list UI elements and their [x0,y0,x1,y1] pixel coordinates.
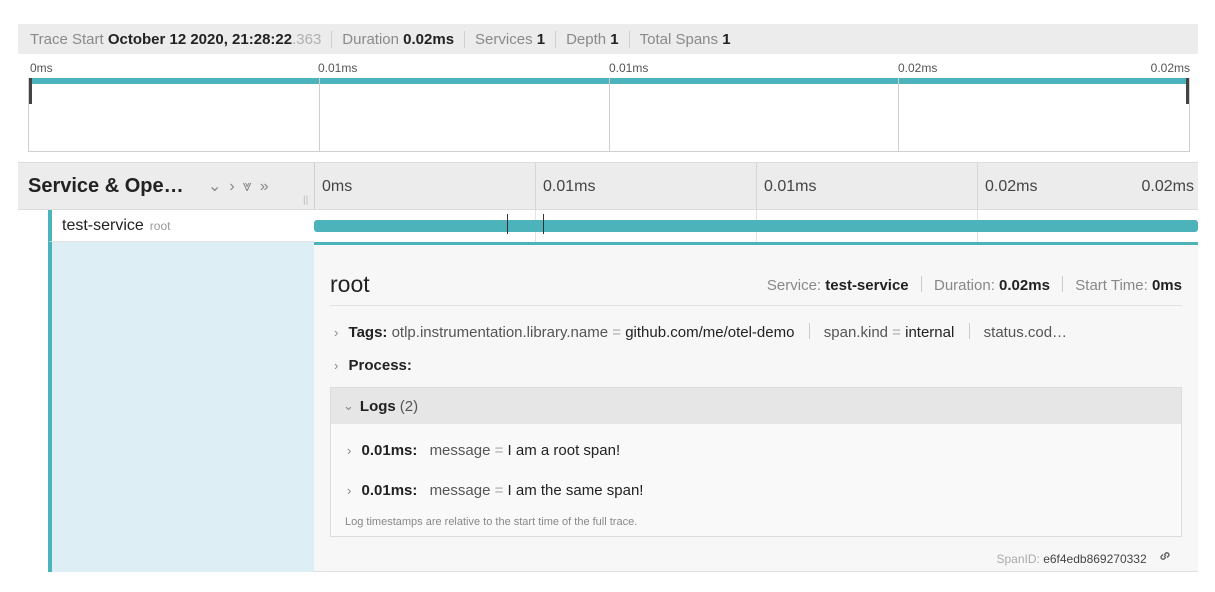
minimap-tick: 0.01ms [609,61,649,75]
process-label: Process: [348,357,412,374]
log-time: 0.01ms: [361,482,418,499]
logs-count: (2) [399,397,419,415]
log-entry[interactable]: › 0.01ms: message = I am a root span! [347,442,620,459]
log-entry[interactable]: › 0.01ms: message = I am the same span! [347,482,643,499]
minimap-gridline [898,78,899,151]
timeline-tick: 0ms [322,178,353,195]
trace-start-ms: .363 [292,30,322,48]
span-detail-panel: root Service: test-service Duration: 0.0… [314,242,1198,572]
chevron-down-icon: ⌄ [343,398,354,413]
chevron-right-icon: › [334,325,339,340]
tag-key: span.kind [823,324,889,341]
tag-divider [808,323,810,339]
minimap-tick: 0ms [30,61,53,75]
span-name-cell[interactable]: test-service root [48,210,314,242]
timeline-gridline [977,163,978,209]
trace-total-spans: Total Spans 1 [639,30,731,48]
log-key: message [429,482,491,499]
trace-depth: Depth 1 [556,30,630,48]
detail-service-value: test-service [825,277,909,294]
timeline-tick: 0.01ms [543,178,596,195]
tag-value: internal [905,324,955,341]
tags-label: Tags: [348,324,388,341]
trace-duration: Duration 0.02ms [332,30,466,48]
process-toggle[interactable]: › Process: [334,357,412,374]
trace-start-value: October 12 2020, 21:28:22 [107,30,293,48]
chevron-right-icon: › [347,483,352,498]
log-value: I am a root span! [507,442,621,459]
minimap-gridline [319,78,320,151]
log-time: 0.01ms: [361,442,418,459]
service-operation-title: Service & Ope… [28,175,184,197]
logs-toggle[interactable]: ⌄ Logs (2) [331,388,1181,424]
meta-divider [1062,276,1064,292]
span-detail-meta: Service: test-service Duration: 0.02ms S… [766,276,1182,294]
timeline-tick: 0.02ms [985,178,1038,195]
minimap-tick: 0.02ms [1150,61,1190,75]
tag-key: otlp.instrumentation.library.name [391,324,609,341]
minimap-right-handle[interactable] [1186,78,1189,104]
chevron-right-icon[interactable]: › [229,178,242,195]
tag-value: github.com/me/otel-demo [625,324,795,341]
detail-duration-value: 0.02ms [999,277,1050,294]
log-key: message [429,442,491,459]
chevron-right-icon: › [334,358,339,373]
detail-gutter [48,242,314,572]
minimap-left-handle[interactable] [29,78,32,104]
trace-start: Trace Start October 12 2020, 21:28:22.36… [30,30,333,48]
detail-start-value: 0ms [1151,277,1182,294]
timeline-gridline [756,163,757,209]
log-value: I am the same span! [507,482,644,499]
trace-minimap[interactable] [28,78,1190,152]
span-bar[interactable] [314,220,1198,232]
span-id: SpanID: e6f4edb869270332 [997,549,1173,566]
timeline-tick: 0.02ms [1141,178,1194,195]
log-marker [507,214,508,234]
link-icon[interactable] [1158,549,1172,566]
timeline-tick: 0.01ms [764,178,817,195]
timeline-gridline [535,163,536,209]
meta-divider [920,276,922,292]
span-detail-title: root [330,271,370,297]
logs-note: Log timestamps are relative to the start… [345,516,638,528]
minimap-gridline [609,78,610,151]
minimap-ticks: 0ms 0.01ms 0.01ms 0.02ms 0.02ms [18,60,1190,76]
span-operation-name: root [149,218,171,233]
timeline-header: Service & Ope… ⌄›⩔» || 0ms 0.01ms 0.01ms… [18,162,1198,210]
collapse-controls: ⌄›⩔» [208,176,277,196]
logs-label: Logs [359,397,396,415]
log-marker [543,214,544,234]
trace-header: Trace Start October 12 2020, 21:28:22.36… [18,24,1198,54]
tag-key: status.cod… [983,324,1068,341]
tag-divider [968,323,970,339]
minimap-tick: 0.02ms [898,61,938,75]
chevron-right-icon: › [347,443,352,458]
span-row[interactable]: test-service root [18,210,1198,242]
double-chevron-right-icon[interactable]: » [260,178,277,195]
detail-divider [330,305,1182,306]
span-timeline-cell[interactable] [314,210,1198,242]
logs-section: ⌄ Logs (2) › 0.01ms: message = I am a ro… [330,387,1182,537]
trace-services: Services 1 [465,30,557,48]
minimap-tick: 0.01ms [318,61,358,75]
timeline-ticks: 0ms 0.01ms 0.01ms 0.02ms 0.02ms [314,163,1198,209]
double-chevron-down-icon[interactable]: ⩔ [243,178,260,195]
span-id-value: e6f4edb869270332 [1043,552,1147,566]
tags-toggle[interactable]: › Tags: otlp.instrumentation.library.nam… [334,323,1182,341]
span-service-name: test-service [62,216,144,234]
chevron-down-icon[interactable]: ⌄ [208,178,229,195]
column-resizer-icon[interactable]: || [303,195,308,206]
